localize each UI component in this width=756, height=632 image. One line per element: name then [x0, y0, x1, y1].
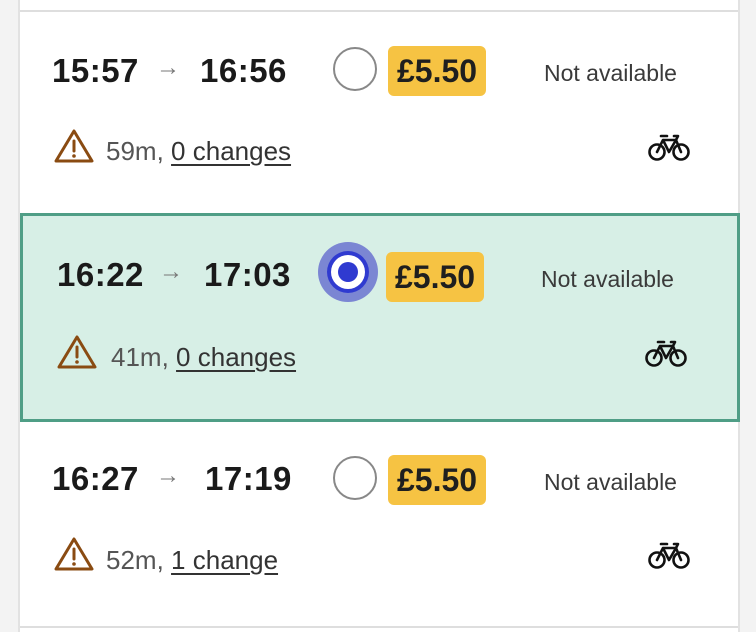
duration-value: 52m,	[106, 545, 164, 575]
right-arrow-icon: →	[156, 54, 180, 81]
journey-radio[interactable]	[333, 47, 377, 91]
price-badge: £5.50	[388, 46, 487, 96]
bicycle-icon	[648, 134, 690, 161]
duration-text: 52m, 1 change	[106, 545, 278, 576]
radio-inner	[331, 255, 365, 289]
price-badge: £5.50	[386, 252, 485, 302]
radio-ring	[327, 251, 369, 293]
arrive-time: 16:56	[200, 52, 287, 89]
availability-text: Not available	[544, 60, 677, 86]
depart-time: 16:22	[57, 256, 144, 293]
warning-triangle-icon	[54, 129, 94, 163]
journey-radio-selected[interactable]	[318, 242, 378, 302]
depart-time: 15:57	[52, 52, 139, 89]
row-divider	[20, 626, 738, 628]
changes-link[interactable]: 1 change	[171, 545, 278, 575]
duration-text: 41m, 0 changes	[111, 342, 296, 373]
changes-link[interactable]: 0 changes	[171, 136, 291, 166]
journey-list: 15:57 → 16:56 £5.50 Not available 59m, 0…	[18, 0, 740, 632]
warning-triangle-icon	[54, 537, 94, 571]
journey-row[interactable]: 15:57 → 16:56 £5.50 Not available 59m, 0…	[20, 10, 738, 214]
bicycle-icon	[645, 340, 687, 367]
duration-value: 59m,	[106, 136, 164, 166]
availability-text: Not available	[544, 469, 677, 495]
right-arrow-icon: →	[159, 258, 183, 285]
arrive-time: 17:19	[205, 460, 292, 497]
price-badge: £5.50	[388, 455, 487, 505]
warning-triangle-icon	[57, 335, 97, 369]
bicycle-icon	[648, 542, 690, 569]
availability-text: Not available	[541, 266, 674, 292]
right-arrow-icon: →	[156, 462, 180, 489]
changes-link[interactable]: 0 changes	[176, 342, 296, 372]
journey-row-selected[interactable]: 16:22 → 17:03 £5.50 Not available 41m, 0…	[20, 213, 740, 422]
journey-radio[interactable]	[333, 456, 377, 500]
radio-dot	[338, 262, 358, 282]
arrive-time: 17:03	[204, 256, 291, 293]
duration-value: 41m,	[111, 342, 169, 372]
duration-text: 59m, 0 changes	[106, 136, 291, 167]
journey-row[interactable]: 16:27 → 17:19 £5.50 Not available 52m, 1…	[20, 422, 738, 626]
depart-time: 16:27	[52, 460, 139, 497]
